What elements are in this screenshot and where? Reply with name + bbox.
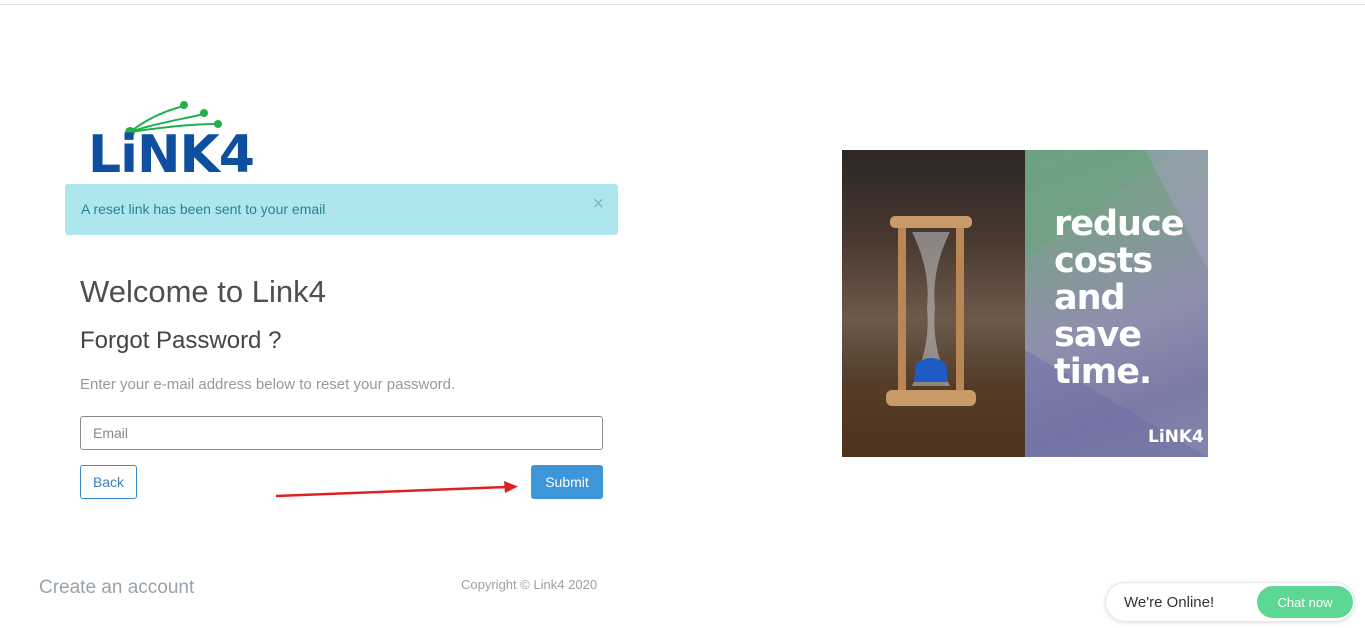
close-icon[interactable]: × <box>592 194 604 214</box>
promo-line: reduce <box>1054 204 1184 244</box>
hourglass-icon <box>842 216 1025 457</box>
logo-wordmark: LiNK4 <box>88 125 255 185</box>
submit-button[interactable]: Submit <box>531 465 603 499</box>
success-alert: A reset link has been sent to your email… <box>65 184 618 235</box>
promo-headline: reduce costs and save time. <box>1054 204 1184 392</box>
copyright-text: Copyright © Link4 2020 <box>461 577 598 592</box>
red-arrow-annotation <box>275 481 518 498</box>
promo-line: costs <box>1054 241 1153 281</box>
promo-photo-panel <box>842 150 1025 457</box>
promo-line: time. <box>1054 352 1152 392</box>
chat-status: We're Online! <box>1124 594 1215 611</box>
create-account-link[interactable]: Create an account <box>39 577 194 599</box>
top-divider <box>0 4 1365 5</box>
email-field[interactable] <box>80 416 603 450</box>
promo-line: save <box>1054 315 1142 355</box>
promo-logo: LiNK4 <box>1148 427 1204 447</box>
promo-image: reduce costs and save time. LiNK4 <box>842 150 1208 457</box>
promo-line: and <box>1054 278 1126 318</box>
instruction-text: Enter your e-mail address below to reset… <box>80 376 456 393</box>
link4-logo: LiNK4 <box>88 100 255 185</box>
alert-message: A reset link has been sent to your email <box>81 201 326 217</box>
chat-widget[interactable]: We're Online! Chat now <box>1105 582 1355 622</box>
section-title: Forgot Password ? <box>80 327 282 354</box>
page-title: Welcome to Link4 <box>80 274 326 309</box>
chat-now-button[interactable]: Chat now <box>1257 586 1353 618</box>
back-button[interactable]: Back <box>80 465 137 499</box>
